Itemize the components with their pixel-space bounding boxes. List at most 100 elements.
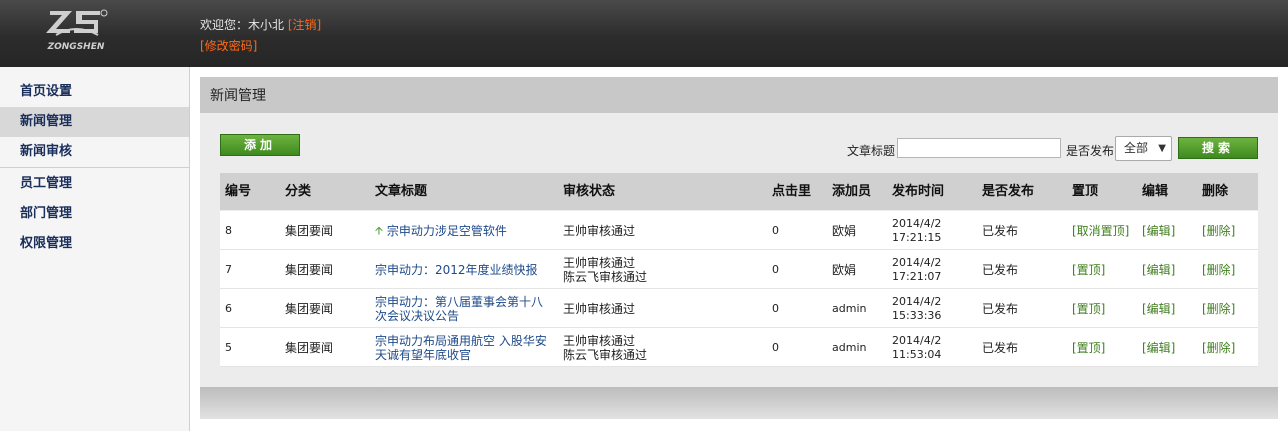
column-header-pin: 置顶 (1072, 184, 1099, 199)
pin-link[interactable]: [置顶] (1072, 289, 1105, 328)
table-row: 5 集团要闻 宗申动力布局通用航空 入股华安 天诚有望年底收官 王帅审核通过 陈… (220, 328, 1258, 367)
panel-footer (200, 387, 1278, 419)
cell-author: 欧娟 (832, 262, 857, 277)
sidebar-item-news-review[interactable]: 新闻审核 (0, 137, 189, 167)
cell-published: 已发布 (982, 340, 1019, 355)
chevron-down-icon: ▼ (1158, 143, 1166, 154)
table-row: 8 集团要闻 🡩 宗申动力涉足空管软件 王帅审核通过 0 欧娟 2014/4/2… (220, 211, 1258, 250)
cell-date-day: 2014/4/2 (892, 216, 942, 230)
cell-date: 2014/4/2 17:21:15 (892, 211, 941, 250)
cell-title[interactable]: 宗申动力布局通用航空 入股华安 天诚有望年底收官 (375, 328, 555, 367)
status-line: 王帅审核通过 (563, 301, 636, 316)
cell-published: 已发布 (982, 301, 1019, 316)
cell-title[interactable]: 宗申动力：第八届董事会第十八 次会议决议公告 (375, 289, 555, 328)
sidebar-item-news-management[interactable]: 新闻管理 (0, 107, 189, 137)
column-header-published: 是否发布 (982, 184, 1035, 199)
table-row: 6 集团要闻 宗申动力：第八届董事会第十八 次会议决议公告 王帅审核通过 0 a… (220, 289, 1258, 328)
table-header: 编号 分类 文章标题 审核状态 点击里 添加员 发布时间 是否发布 置顶 编辑 … (220, 173, 1258, 210)
cell-title[interactable]: 🡩 宗申动力涉足空管软件 (375, 211, 555, 250)
cell-title-text: 宗申动力布局通用航空 入股华安 (375, 333, 547, 348)
pin-link[interactable]: [置顶] (1072, 328, 1105, 367)
cell-title[interactable]: 宗申动力：2012年度业绩快报 (375, 250, 555, 289)
cell-clicks: 0 (772, 262, 779, 276)
cell-date: 2014/4/2 17:21:07 (892, 250, 941, 289)
cell-published: 已发布 (982, 223, 1019, 238)
cell-clicks: 0 (772, 301, 779, 315)
cell-status: 王帅审核通过 陈云飞审核通过 (563, 328, 647, 367)
published-filter-select[interactable]: 全部 ▼ (1115, 136, 1172, 161)
cell-date-time: 17:21:15 (892, 230, 942, 244)
cell-id: 6 (225, 301, 232, 315)
edit-link[interactable]: [编辑] (1142, 289, 1175, 328)
status-line: 王帅审核通过 (563, 255, 636, 270)
edit-link[interactable]: [编辑] (1142, 250, 1175, 289)
logo-text: ZONGSHEN (47, 42, 105, 52)
cell-date-day: 2014/4/2 (892, 333, 942, 347)
pin-link[interactable]: [置顶] (1072, 250, 1105, 289)
zongshen-logo-icon: ZONGSHEN (46, 9, 108, 52)
cell-author: admin (832, 340, 867, 354)
sidebar-divider (0, 167, 189, 168)
cell-id: 7 (225, 262, 232, 276)
cell-id: 8 (225, 223, 232, 237)
cell-category: 集团要闻 (285, 340, 334, 355)
cell-title-text: 宗申动力：第八届董事会第十八 (375, 294, 544, 309)
logout-link[interactable]: [注销] (288, 18, 321, 32)
cell-status: 王帅审核通过 陈云飞审核通过 (563, 250, 647, 289)
delete-link[interactable]: [删除] (1202, 250, 1235, 289)
cell-category: 集团要闻 (285, 301, 334, 316)
sidebar-item-home-settings[interactable]: 首页设置 (0, 77, 189, 107)
column-header-id: 编号 (225, 184, 252, 199)
cell-date-day: 2014/4/2 (892, 255, 942, 269)
published-filter-label: 是否发布 (1066, 144, 1115, 158)
table-row: 7 集团要闻 宗申动力：2012年度业绩快报 王帅审核通过 陈云飞审核通过 0 … (220, 250, 1258, 289)
cell-status: 王帅审核通过 (563, 211, 635, 250)
column-header-delete: 删除 (1202, 184, 1229, 199)
cell-id: 5 (225, 340, 232, 354)
welcome-text: 欢迎您：木小北 [注销] (200, 16, 321, 33)
column-header-title: 文章标题 (375, 184, 428, 199)
cell-date-time: 15:33:36 (892, 308, 942, 322)
sidebar-item-staff-management[interactable]: 员工管理 (0, 169, 189, 199)
cell-title-text: 次会议决议公告 (375, 308, 460, 323)
status-line: 陈云飞审核通过 (563, 347, 648, 362)
cell-author: admin (832, 301, 867, 315)
delete-link[interactable]: [删除] (1202, 328, 1235, 367)
sidebar-item-department-management[interactable]: 部门管理 (0, 199, 189, 229)
edit-link[interactable]: [编辑] (1142, 328, 1175, 367)
add-button[interactable]: 添加 (220, 134, 300, 156)
cell-title-text: 天诚有望年底收官 (375, 347, 472, 362)
cell-author: 欧娟 (832, 223, 857, 238)
cell-category: 集团要闻 (285, 262, 334, 277)
cell-date-day: 2014/4/2 (892, 294, 942, 308)
cell-title-text: 宗申动力涉足空管软件 (386, 223, 507, 238)
cell-clicks: 0 (772, 340, 779, 354)
status-line: 王帅审核通过 (563, 223, 636, 238)
status-line: 陈云飞审核通过 (563, 269, 648, 284)
unpin-link[interactable]: [取消置顶] (1072, 211, 1129, 250)
cell-date-time: 17:21:07 (892, 269, 942, 283)
cell-published: 已发布 (982, 262, 1019, 277)
status-line: 王帅审核通过 (563, 333, 636, 348)
change-password-link[interactable]: [修改密码] (200, 37, 257, 54)
cell-date: 2014/4/2 15:33:36 (892, 289, 941, 328)
search-title-input[interactable] (897, 138, 1061, 158)
delete-link[interactable]: [删除] (1202, 211, 1235, 250)
column-header-edit: 编辑 (1142, 184, 1169, 199)
cell-category: 集团要闻 (285, 223, 334, 238)
sidebar-item-permission-management[interactable]: 权限管理 (0, 229, 189, 259)
column-header-clicks: 点击里 (772, 184, 812, 199)
news-management-panel: 新闻管理 添加 文章标题 是否发布 全部 ▼ 搜索 编号 分类 文章标题 审核状… (200, 77, 1278, 419)
column-header-status: 审核状态 (563, 184, 616, 199)
search-title-label: 文章标题 (847, 144, 896, 158)
search-button[interactable]: 搜索 (1178, 137, 1258, 159)
welcome-user: 欢迎您：木小北 (200, 18, 285, 32)
column-header-author: 添加员 (832, 184, 872, 199)
delete-link[interactable]: [删除] (1202, 289, 1235, 328)
column-header-category: 分类 (285, 184, 312, 199)
top-header: ZONGSHEN 欢迎您：木小北 [注销] [修改密码] (0, 0, 1288, 67)
published-filter-value: 全部 (1124, 141, 1149, 155)
cell-date-time: 11:53:04 (892, 347, 942, 361)
cell-date: 2014/4/2 11:53:04 (892, 328, 941, 367)
edit-link[interactable]: [编辑] (1142, 211, 1175, 250)
